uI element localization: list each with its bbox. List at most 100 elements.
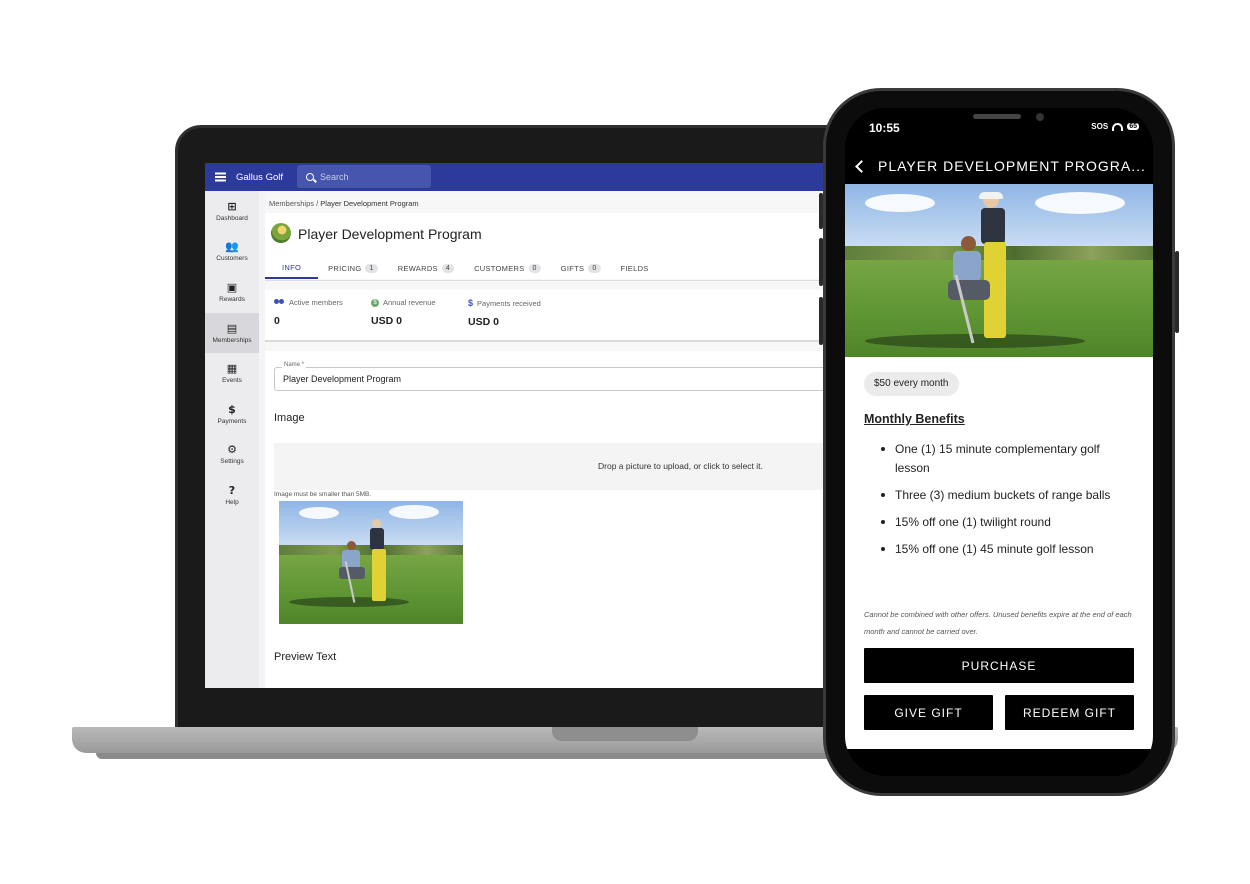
- list-item: 15% off one (1) 45 minute golf lesson: [881, 540, 1133, 559]
- people-icon: [274, 299, 285, 306]
- benefits-heading: Monthly Benefits: [864, 412, 965, 426]
- sidebar-item-customers[interactable]: 👥 Customers: [205, 232, 259, 273]
- redeem-gift-button[interactable]: REDEEM GIFT: [1005, 695, 1134, 730]
- sidebar-item-label: Help: [225, 498, 239, 506]
- sidebar-item-rewards[interactable]: ▣ Rewards: [205, 272, 259, 313]
- app-name: Gallus Golf: [236, 171, 283, 183]
- tab-info[interactable]: INFO: [265, 257, 319, 279]
- status-time: 10:55: [869, 121, 900, 135]
- sidebar: ⊞ Dashboard 👥 Customers ▣ Rewards ▤ Memb…: [205, 191, 259, 688]
- battery-icon: 65: [1127, 123, 1139, 130]
- stat-label: Payments received: [477, 298, 541, 308]
- tab-label: REWARDS: [397, 263, 438, 273]
- list-item: One (1) 15 minute complementary golf les…: [881, 440, 1133, 478]
- coin-icon: $: [371, 298, 379, 307]
- sidebar-item-label: Dashboard: [216, 214, 248, 222]
- tab-fields[interactable]: FIELDS: [611, 257, 659, 279]
- tab-count-badge: 0: [528, 263, 541, 273]
- page-header: Player Development Program INFO PRICING …: [265, 213, 845, 279]
- sidebar-item-settings[interactable]: ⚙ Settings: [205, 435, 259, 476]
- stat-active-members: Active members 0: [274, 298, 343, 327]
- terms-fine-print: Cannot be combined with other offers. Un…: [864, 610, 1132, 636]
- purchase-button[interactable]: PURCHASE: [864, 648, 1134, 683]
- phone-camera: [1036, 113, 1044, 121]
- phone-screen: 10:55 SOS 65 PLAYER DEVELOPMENT PROGRA..…: [845, 108, 1153, 776]
- phone-header: PLAYER DEVELOPMENT PROGRA...: [845, 148, 1153, 184]
- id-badge-icon: ▤: [226, 321, 238, 335]
- status-indicators: SOS 65: [1091, 122, 1139, 131]
- list-item: Three (3) medium buckets of range balls: [881, 486, 1133, 505]
- tab-customers[interactable]: CUSTOMERS 0: [464, 257, 551, 279]
- sidebar-item-memberships[interactable]: ▤ Memberships: [205, 312, 259, 354]
- dropzone-text: Drop a picture to upload, or click to se…: [598, 461, 763, 471]
- main-content: Memberships / Player Development Program…: [265, 191, 845, 688]
- stat-label-row: $ Annual revenue: [371, 298, 436, 307]
- wifi-icon: [1112, 122, 1124, 131]
- hamburger-menu-icon[interactable]: [205, 163, 235, 191]
- sidebar-item-payments[interactable]: $ Payments: [205, 394, 259, 435]
- dollar-icon: $: [228, 402, 236, 416]
- tab-count-badge: 1: [365, 263, 378, 273]
- image-size-hint: Image must be smaller than 5MB.: [274, 491, 372, 498]
- phone-speaker: [973, 114, 1021, 119]
- sidebar-item-dashboard[interactable]: ⊞ Dashboard: [205, 191, 259, 232]
- stat-label: Annual revenue: [383, 298, 436, 307]
- membership-hero-image: [845, 184, 1153, 357]
- grid-icon: ⊞: [227, 199, 237, 213]
- image-dropzone[interactable]: Drop a picture to upload, or click to se…: [274, 443, 845, 490]
- tab-rewards[interactable]: REWARDS 4: [388, 257, 464, 279]
- search-icon: [306, 172, 314, 181]
- sidebar-item-label: Payments: [217, 417, 247, 425]
- carrier-text: SOS: [1091, 122, 1109, 131]
- stat-annual-revenue: $ Annual revenue USD 0: [371, 298, 436, 327]
- sidebar-item-help[interactable]: ? Help: [205, 475, 259, 516]
- tab-label: CUSTOMERS: [474, 263, 525, 273]
- phone-page-title: PLAYER DEVELOPMENT PROGRA...: [878, 158, 1146, 174]
- sidebar-item-events[interactable]: ▦ Events: [205, 353, 259, 394]
- breadcrumb-link-memberships[interactable]: Memberships: [269, 199, 314, 208]
- tab-label: FIELDS: [620, 263, 649, 273]
- stat-value: 0: [274, 315, 280, 327]
- phone-side-button: [819, 238, 823, 286]
- sidebar-item-label: Rewards: [219, 295, 245, 303]
- give-gift-button[interactable]: GIVE GIFT: [864, 695, 993, 730]
- people-icon: 👥: [225, 240, 239, 254]
- uploaded-golf-image[interactable]: [279, 501, 463, 624]
- phone-membership-detail: $50 every month Monthly Benefits One (1)…: [845, 184, 1153, 749]
- tab-label: PRICING: [328, 263, 362, 273]
- name-field-label: Name *: [282, 362, 307, 368]
- tab-gifts[interactable]: GIFTS 0: [551, 257, 611, 279]
- gear-icon: ⚙: [227, 443, 237, 457]
- benefits-list: One (1) 15 minute complementary golf les…: [881, 440, 1133, 567]
- divider: [265, 280, 845, 281]
- phone-side-button: [819, 297, 823, 345]
- calendar-icon: ▦: [226, 362, 238, 376]
- sidebar-item-label: Events: [222, 377, 242, 385]
- name-field[interactable]: Name * Player Development Program: [274, 362, 834, 391]
- stat-payments-received: $ Payments received USD 0: [468, 298, 541, 328]
- tab-bar: INFO PRICING 1 REWARDS 4 CUSTOMERS 0 GIF…: [265, 257, 659, 279]
- tab-label: GIFTS: [560, 263, 585, 273]
- phone-side-button: [819, 193, 823, 229]
- preview-text-heading: Preview Text: [274, 651, 337, 663]
- help-icon: ?: [228, 483, 236, 497]
- sidebar-item-label: Settings: [220, 458, 244, 466]
- breadcrumb: Memberships / Player Development Program: [269, 199, 419, 208]
- stat-value: USD 0: [468, 316, 499, 328]
- dollar-icon: $: [468, 298, 474, 308]
- membership-form: Name * Player Development Program Image …: [265, 351, 845, 688]
- stat-label-row: $ Payments received: [468, 298, 541, 308]
- back-chevron-icon[interactable]: [855, 159, 868, 173]
- sidebar-item-label: Memberships: [212, 336, 252, 344]
- stat-label-row: Active members: [274, 298, 343, 307]
- tab-count-badge: 0: [588, 263, 601, 273]
- tab-count-badge: 4: [441, 263, 455, 273]
- image-section-heading: Image: [274, 412, 305, 424]
- breadcrumb-separator: /: [316, 199, 319, 208]
- sidebar-item-label: Customers: [216, 255, 248, 263]
- search-input[interactable]: Search: [297, 165, 431, 188]
- tab-label: INFO: [282, 262, 302, 272]
- gift-box-icon: ▣: [226, 280, 238, 294]
- stat-value: USD 0: [371, 315, 402, 327]
- tab-pricing[interactable]: PRICING 1: [318, 257, 388, 279]
